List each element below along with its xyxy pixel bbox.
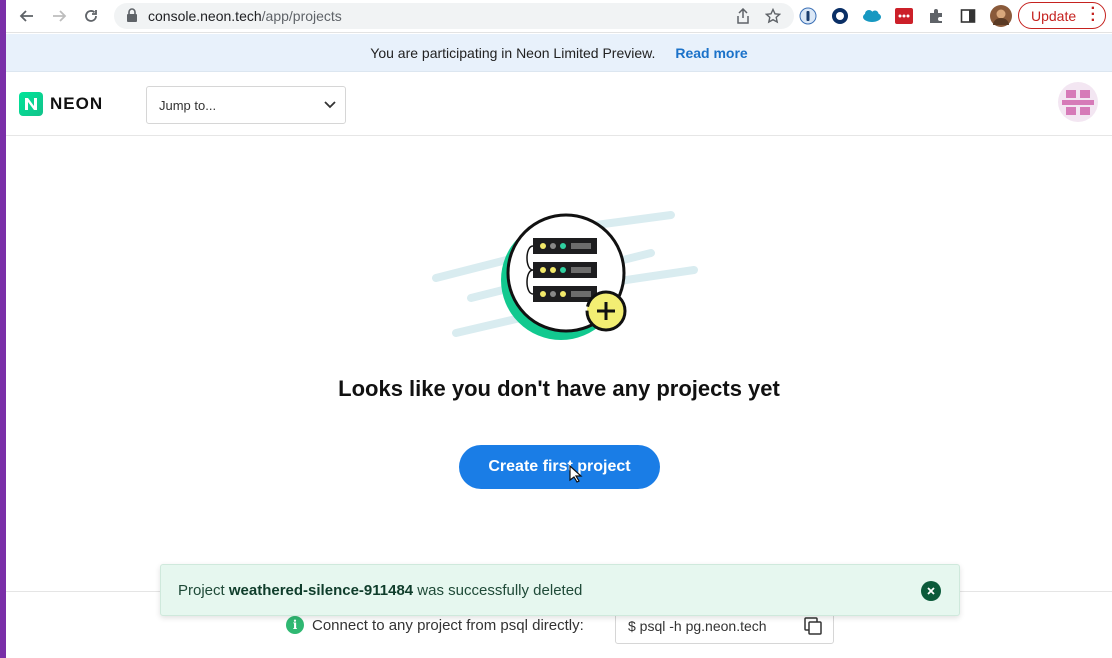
user-avatar[interactable] <box>1058 82 1098 122</box>
more-vert-icon: · · · <box>1090 0 1096 29</box>
neon-logo-icon <box>19 92 43 116</box>
create-first-project-button[interactable]: Create first project <box>459 445 660 489</box>
empty-state-title: Looks like you don't have any projects y… <box>338 376 780 401</box>
back-icon[interactable] <box>14 4 40 28</box>
close-icon[interactable] <box>921 581 941 601</box>
banner-message: You are participating in Neon Limited Pr… <box>370 44 656 61</box>
toast-project-name: weathered-silence-911484 <box>228 582 414 599</box>
empty-state-illustration <box>426 205 706 350</box>
jump-to-placeholder: Jump to... <box>159 98 217 113</box>
lastpass-extension-icon[interactable] <box>894 6 914 26</box>
side-panel-icon[interactable] <box>958 6 978 26</box>
preview-banner: You are participating in Neon Limited Pr… <box>6 34 1112 72</box>
url-text: console.neon.tech/app/projects <box>148 8 342 24</box>
circle-extension-icon[interactable] <box>830 6 850 26</box>
update-button[interactable]: Update · · · <box>1018 0 1106 29</box>
mouse-pointer-icon <box>569 464 583 488</box>
info-icon: i <box>286 616 304 634</box>
connect-hint: i Connect to any project from psql direc… <box>286 616 584 634</box>
puzzle-extensions-icon[interactable] <box>926 6 946 26</box>
onepassword-extension-icon[interactable] <box>798 6 818 26</box>
success-toast: Project weathered-silence-911484 was suc… <box>160 564 960 616</box>
toast-message: Project weathered-silence-911484 was suc… <box>178 582 583 599</box>
chevron-down-icon <box>323 98 337 117</box>
reload-icon[interactable] <box>78 4 104 28</box>
browser-window: console.neon.tech/app/projects Update · … <box>6 0 1112 658</box>
browser-toolbar: console.neon.tech/app/projects Update · … <box>6 0 1112 33</box>
profile-avatar-icon[interactable] <box>989 4 1013 28</box>
logo-wordmark: NEON <box>50 94 104 113</box>
forward-icon[interactable] <box>46 4 72 28</box>
bookmark-star-icon[interactable] <box>764 8 782 24</box>
psql-command-text: $ psql -h pg.neon.tech <box>628 618 767 634</box>
salesforce-extension-icon[interactable] <box>862 6 882 26</box>
share-icon[interactable] <box>734 8 752 24</box>
neon-logo[interactable]: NEON <box>18 91 103 117</box>
app-header: NEON Jump to... <box>6 73 1112 136</box>
copy-icon[interactable] <box>803 616 823 641</box>
connect-text: Connect to any project from psql directl… <box>312 616 584 634</box>
lock-icon <box>126 8 138 27</box>
address-bar[interactable]: console.neon.tech/app/projects <box>114 3 794 29</box>
jump-to-select[interactable]: Jump to... <box>146 86 346 124</box>
read-more-link[interactable]: Read more <box>675 45 747 61</box>
